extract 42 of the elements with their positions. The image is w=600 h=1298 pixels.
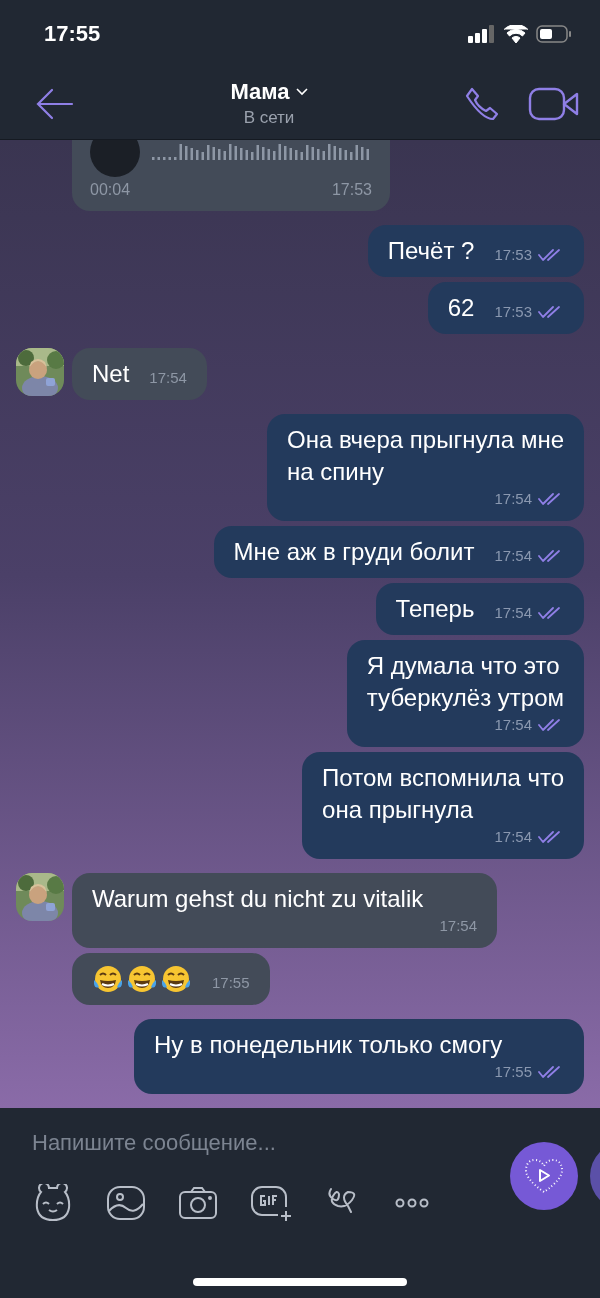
message-time: 17:53 xyxy=(331,181,372,199)
message-text: Warum gehst du nicht zu vitalik xyxy=(92,884,424,914)
status-time: 17:55 xyxy=(44,21,101,47)
message-text: Ну в понедельник только смогу xyxy=(154,1030,503,1060)
camera-icon[interactable] xyxy=(178,1186,218,1220)
message-time: 17:54 xyxy=(494,604,532,621)
message-time: 17:55 xyxy=(494,1063,532,1080)
message-text: Мне аж в груди болит xyxy=(233,537,475,567)
message-text: Net xyxy=(92,359,130,389)
message-input[interactable]: Напишите сообщение... xyxy=(32,1130,472,1156)
signal-icon xyxy=(468,25,496,43)
laughing-face-icon xyxy=(160,963,192,995)
voice-duration: 00:04 xyxy=(90,181,131,199)
message-text: Она вчера прыгнула мне на спину xyxy=(286,425,564,487)
message-time: 17:54 xyxy=(149,369,187,386)
message-text: Печёт ? xyxy=(387,236,475,266)
message-time: 17:54 xyxy=(494,490,532,507)
image-icon[interactable] xyxy=(106,1185,146,1221)
contact-name[interactable]: Мама xyxy=(230,79,290,105)
message-time: 17:54 xyxy=(439,917,477,934)
contact-status: В сети xyxy=(243,108,295,128)
message-time: 17:53 xyxy=(494,246,532,263)
video-camera-icon[interactable] xyxy=(528,86,580,121)
message-text: Потом вспомнила что она прыгнула xyxy=(322,763,564,825)
laughing-face-icon xyxy=(126,963,158,995)
laughing-face-icon xyxy=(92,963,124,995)
message-time: 17:54 xyxy=(494,547,532,564)
message-text: 62 xyxy=(447,293,475,323)
message-time: 17:55 xyxy=(212,974,250,991)
message-text: Я думала что это туберкулёз утром xyxy=(366,651,564,713)
message-text: Теперь xyxy=(395,594,475,624)
heart-play-icon xyxy=(523,1157,565,1195)
wifi-icon xyxy=(504,25,528,43)
message-time: 17:53 xyxy=(494,303,532,320)
message-time: 17:54 xyxy=(494,828,532,845)
back-icon[interactable] xyxy=(36,87,74,120)
battery-icon xyxy=(536,25,572,43)
phone-icon[interactable] xyxy=(464,85,500,122)
chevron-down-icon[interactable] xyxy=(295,88,308,96)
more-icon[interactable] xyxy=(394,1197,430,1209)
gif-plus-icon[interactable] xyxy=(250,1185,294,1221)
message-time: 17:54 xyxy=(494,716,532,733)
